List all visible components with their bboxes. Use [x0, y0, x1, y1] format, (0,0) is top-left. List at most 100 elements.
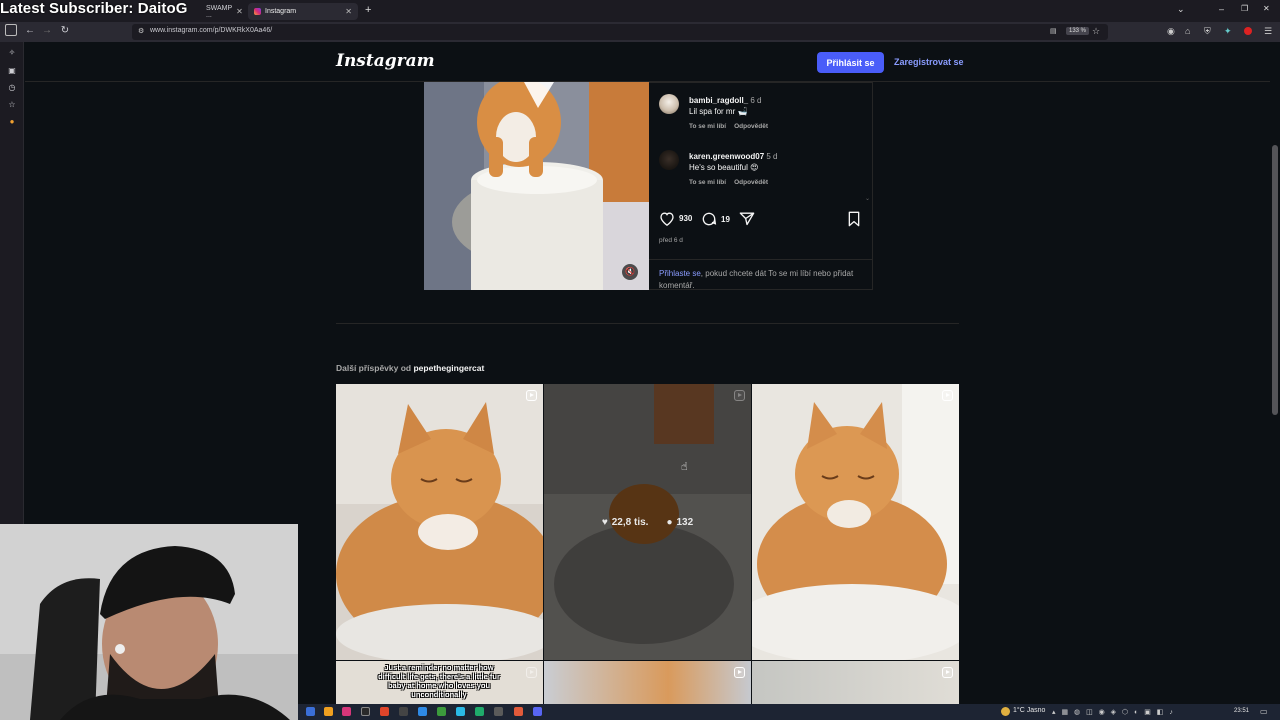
- reload-icon[interactable]: ↻: [58, 25, 72, 36]
- app-icon[interactable]: [361, 707, 370, 716]
- browser-tab-strip: SWAMP ... ✕ Instagram ✕ + ⌄ – ❐ ✕: [0, 0, 1280, 22]
- comment-actions: To se mi líbí Odpovědět: [689, 123, 768, 130]
- taskbar-clock[interactable]: 23:51: [1234, 708, 1249, 714]
- scroll-down-icon[interactable]: ⌄: [865, 195, 870, 202]
- new-tab-button[interactable]: +: [365, 4, 371, 16]
- comment-text: Lil spa for mr 🛁: [689, 107, 748, 116]
- avatar[interactable]: [659, 150, 679, 170]
- instagram-logo[interactable]: Instagram: [336, 51, 435, 71]
- tab-list-icon[interactable]: ⌄: [1177, 4, 1185, 15]
- taskbar-weather[interactable]: 1°C Jasno: [1013, 707, 1045, 714]
- play-icon[interactable]: [516, 82, 556, 110]
- heart-icon[interactable]: [659, 211, 675, 226]
- comment-icon: ●: [666, 516, 673, 528]
- reel-icon: [734, 390, 745, 401]
- site-info-icon[interactable]: ⚙: [138, 27, 144, 35]
- restore-icon[interactable]: ❐: [1241, 4, 1248, 13]
- more-posts-username[interactable]: pepethegingercat: [413, 363, 484, 373]
- menu-icon[interactable]: ☰: [1264, 26, 1272, 37]
- post-actions: 930 19: [659, 211, 864, 231]
- sidebar-toggle-icon[interactable]: [5, 24, 17, 36]
- system-tray-icons[interactable]: ▴ ▦ ◍ ◫ ◉ ◈ ⬡ ◐ ▣ ◧ ♪: [1052, 708, 1175, 716]
- app-icon[interactable]: [494, 707, 503, 716]
- reader-view-icon[interactable]: ▤: [1050, 27, 1057, 35]
- reel-icon: [942, 390, 953, 401]
- save-action[interactable]: [847, 211, 861, 227]
- comment-count: 19: [721, 214, 730, 224]
- browser-sidebar: ✧ ▣ ◷ ☆ ●: [0, 42, 24, 524]
- close-window-icon[interactable]: ✕: [1263, 4, 1270, 13]
- grid-post[interactable]: Just a reminder no matter how difficult …: [336, 661, 543, 704]
- comment-item: bambi_ragdoll_ 6 d Lil spa for mr 🛁 To s…: [659, 94, 859, 134]
- grid-post[interactable]: [752, 384, 959, 660]
- register-link[interactable]: Zaregistrovat se: [894, 57, 964, 67]
- reel-icon: [734, 667, 745, 678]
- history-icon[interactable]: ◷: [7, 83, 17, 93]
- minimize-icon[interactable]: –: [1219, 4, 1224, 14]
- record-extension-icon[interactable]: [1244, 27, 1252, 35]
- like-comment-link[interactable]: To se mi líbí: [689, 123, 726, 130]
- app-icon[interactable]: [399, 707, 408, 716]
- zoom-level[interactable]: 133 %: [1066, 27, 1090, 35]
- section-divider: [336, 323, 959, 324]
- login-prompt-link[interactable]: Přihlaste se: [659, 269, 701, 278]
- login-button[interactable]: Přihlásit se: [817, 52, 884, 73]
- grid-post[interactable]: [752, 661, 959, 704]
- browser-taskbar-icon[interactable]: [514, 707, 523, 716]
- app-icon[interactable]: [437, 707, 446, 716]
- reel-icon: [526, 667, 537, 678]
- comment-username[interactable]: karen.greenwood07: [689, 152, 764, 161]
- share-icon[interactable]: [739, 211, 755, 226]
- like-count: 930: [679, 214, 693, 223]
- close-icon[interactable]: ✕: [345, 7, 352, 16]
- comment-action[interactable]: 19: [701, 211, 730, 227]
- ai-chat-icon[interactable]: ✧: [7, 48, 17, 58]
- extension-icon[interactable]: ✦: [1224, 26, 1232, 37]
- app-icon[interactable]: [456, 707, 465, 716]
- tab-instagram[interactable]: Instagram ✕: [248, 3, 358, 20]
- discord-icon[interactable]: [533, 707, 542, 716]
- reply-link[interactable]: Odpovědět: [734, 123, 768, 130]
- home-icon[interactable]: ⌂: [1185, 26, 1190, 36]
- url-bar[interactable]: [132, 24, 1108, 40]
- scrollbar-thumb[interactable]: [1272, 145, 1278, 415]
- instagram-header: Instagram Přihlásit se Zaregistrovat se: [25, 42, 1270, 82]
- reply-link[interactable]: Odpovědět: [734, 179, 768, 186]
- back-icon[interactable]: ←: [23, 25, 37, 36]
- app-icon[interactable]: [475, 707, 484, 716]
- share-action[interactable]: [739, 211, 755, 226]
- more-posts-prefix: Další příspěvky od: [336, 363, 414, 373]
- hover-comments-count: 132: [676, 516, 694, 528]
- brave-icon[interactable]: [380, 707, 389, 716]
- bookmark-star-icon[interactable]: ☆: [1092, 26, 1100, 37]
- account-icon[interactable]: ◉: [1167, 26, 1175, 37]
- grid-post[interactable]: ♥ 22,8 tis. ● 132: [544, 384, 751, 660]
- comment-header: bambi_ragdoll_ 6 d: [689, 96, 761, 105]
- shield-icon[interactable]: ⛨: [1204, 26, 1211, 37]
- search-icon[interactable]: [306, 707, 315, 716]
- mute-icon[interactable]: 🔇: [622, 264, 638, 280]
- notification-icon[interactable]: ▭: [1260, 707, 1268, 716]
- app-icon[interactable]: [324, 707, 333, 716]
- like-comment-link[interactable]: To se mi líbí: [689, 179, 726, 186]
- grid-post[interactable]: [336, 384, 543, 660]
- comment-icon[interactable]: [701, 211, 717, 227]
- bookmarks-icon[interactable]: ☆: [7, 100, 17, 110]
- extension-sidebar-icon[interactable]: ●: [7, 117, 17, 127]
- sync-tabs-icon[interactable]: ▣: [7, 66, 17, 76]
- post-video[interactable]: 🔇: [424, 82, 649, 290]
- close-icon[interactable]: ✕: [236, 7, 243, 16]
- forward-icon[interactable]: →: [40, 25, 54, 36]
- bookmark-icon[interactable]: [847, 211, 861, 227]
- comment-username[interactable]: bambi_ragdoll_: [689, 96, 748, 105]
- tab-label: Instagram: [265, 8, 297, 15]
- url-text[interactable]: www.instagram.com/p/DWKRkX0Aa46/: [150, 27, 272, 34]
- avatar[interactable]: [659, 94, 679, 114]
- comment-actions: To se mi líbí Odpovědět: [689, 179, 768, 186]
- instagram-app-icon[interactable]: [342, 707, 351, 716]
- grid-post[interactable]: [544, 661, 751, 704]
- app-icon[interactable]: [418, 707, 427, 716]
- post-date: před 6 d: [659, 237, 683, 244]
- video-caption-text: Just a reminder no matter how difficult …: [378, 663, 500, 699]
- like-action[interactable]: 930: [659, 211, 692, 226]
